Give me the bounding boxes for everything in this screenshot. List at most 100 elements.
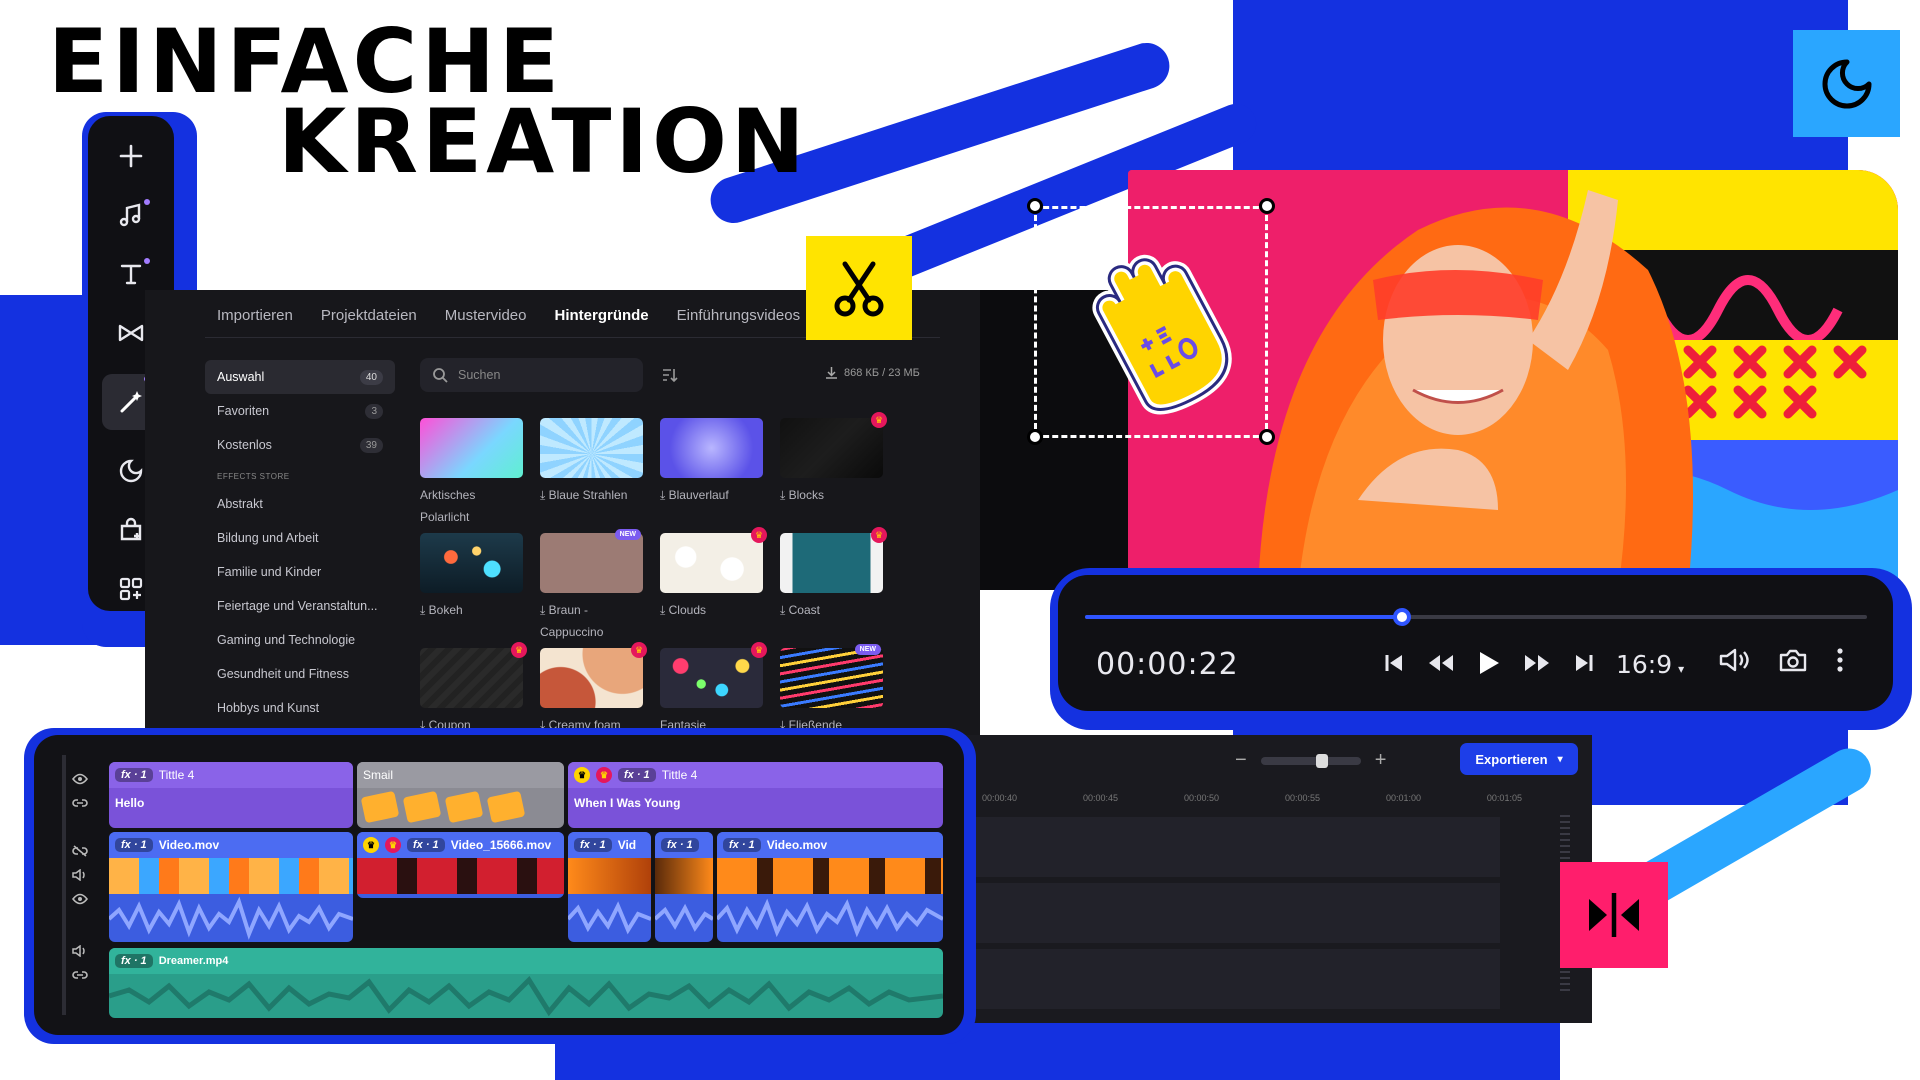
video-clip[interactable]: ♛ ♛ fx · 1 Video_15666.mov	[357, 832, 564, 898]
download-icon: ⤓	[540, 488, 549, 502]
tile-label: ⤓ Blocks	[780, 484, 883, 506]
unlink-icon[interactable]	[72, 845, 88, 857]
store-category[interactable]: Gaming und Technologie	[205, 623, 395, 657]
title-clip[interactable]: ♛ ♛ fx · 1 Tittle 4 When I Was Young	[568, 762, 943, 828]
zoom-control: − +	[1235, 749, 1386, 772]
video-clip[interactable]: fx · 1	[655, 832, 713, 942]
clip-text: When I Was Young	[574, 796, 681, 810]
ruler-tick: 00:00:55	[1284, 793, 1320, 803]
download-icon: ⤓	[420, 603, 429, 617]
download-icon: ⤓	[780, 488, 789, 502]
play-icon[interactable]	[1477, 650, 1501, 676]
background-tile[interactable]: ♛ ⤓ Coast	[780, 527, 887, 646]
progress-fill	[1085, 615, 1402, 619]
store-category[interactable]: Abstrakt	[205, 487, 395, 521]
ruler-tick: 00:01:00	[1385, 793, 1421, 803]
media-panel: Importieren Projektdateien Mustervideo H…	[145, 290, 980, 735]
eye-icon[interactable]	[72, 773, 88, 785]
store-category[interactable]: Gesundheit und Fitness	[205, 657, 395, 691]
background-tile[interactable]: ♛ ⤓ Blocks	[780, 412, 887, 531]
audio-clip[interactable]: fx · 1 Dreamer.mp4	[109, 948, 943, 1018]
sticker-clip[interactable]: Smail	[357, 762, 564, 828]
audio-waveform	[568, 901, 651, 935]
title-clip[interactable]: fx · 1 Tittle 4 Hello	[109, 762, 353, 828]
search-icon	[433, 368, 448, 383]
background-tile[interactable]: Arktisches Polarlicht	[420, 418, 523, 531]
category-selection[interactable]: Auswahl 40	[205, 360, 395, 394]
volume-icon[interactable]	[1718, 647, 1750, 673]
timeline-lane	[960, 949, 1500, 1009]
export-button[interactable]: Exportieren ▾	[1460, 743, 1578, 775]
tile-label-text: Arktisches Polarlicht	[420, 488, 476, 524]
speaker-icon[interactable]	[72, 945, 88, 957]
fast-forward-icon[interactable]	[1523, 652, 1551, 674]
text-icon	[120, 264, 142, 285]
store-category[interactable]: Bildung und Arbeit	[205, 521, 395, 555]
sticker-tool-button[interactable]	[1793, 30, 1900, 137]
search-field[interactable]: Suchen	[420, 358, 643, 392]
tab-sample-video[interactable]: Mustervideo	[445, 307, 527, 324]
music-button[interactable]	[102, 197, 160, 233]
zoom-slider[interactable]	[1260, 753, 1361, 768]
tab-intro-videos[interactable]: Einführungsvideos	[677, 307, 800, 324]
store-category[interactable]: Familie und Kinder	[205, 555, 395, 589]
premium-crown-icon: ♛	[511, 642, 527, 658]
time-ruler: 00:00:40 00:00:45 00:00:50 00:00:55 00:0…	[982, 793, 1522, 803]
category-favorites[interactable]: Favoriten 3	[205, 394, 395, 428]
current-time: 00:00:22	[1096, 647, 1239, 682]
ruler-tick: 00:00:45	[1082, 793, 1119, 803]
snapshot-camera-icon[interactable]	[1778, 647, 1808, 673]
video-clip[interactable]: fx · 1 Vid	[568, 832, 651, 942]
background-tile[interactable]: ♛ ⤓ Clouds	[660, 527, 767, 646]
selection-handle[interactable]	[1027, 198, 1043, 214]
premium-crown-icon: ♛	[871, 527, 887, 543]
clip-text: Hello	[115, 796, 145, 810]
rewind-icon[interactable]	[1427, 652, 1455, 674]
selection-handle[interactable]	[1259, 429, 1275, 445]
link-icon[interactable]	[72, 969, 88, 981]
fx-badge: fx · 1	[115, 954, 153, 968]
aspect-ratio-select[interactable]: 16:9 ▾	[1616, 650, 1684, 679]
video-clip[interactable]: fx · 1 Video.mov	[717, 832, 943, 942]
category-list: Auswahl 40 Favoriten 3 Kostenlos 39 EFFECTS…	[205, 360, 395, 725]
tile-thumbnail: ♛	[660, 527, 767, 593]
tab-project-files[interactable]: Projektdateien	[321, 307, 417, 324]
selection-handle[interactable]	[1027, 429, 1043, 445]
more-options-icon[interactable]	[1836, 647, 1844, 673]
link-icon[interactable]	[72, 797, 88, 809]
background-tile[interactable]: ⤓ Blauverlauf	[660, 418, 763, 531]
split-button[interactable]	[1560, 862, 1668, 968]
progress-track[interactable]	[1085, 608, 1867, 626]
skip-to-start-icon[interactable]	[1383, 652, 1405, 674]
eye-icon[interactable]	[72, 893, 88, 905]
skip-to-end-icon[interactable]	[1573, 652, 1595, 674]
video-clip[interactable]: fx · 1 Video.mov	[109, 832, 353, 942]
background-tile[interactable]: ⤓ Bokeh	[420, 533, 523, 646]
tile-label: ⤓ Bokeh	[420, 599, 523, 621]
selection-handle[interactable]	[1259, 198, 1275, 214]
download-icon: ⤓	[660, 488, 669, 502]
store-category[interactable]: Feiertage und Veranstaltun...	[205, 589, 395, 623]
zoom-in-button[interactable]: +	[1375, 749, 1387, 772]
add-media-button[interactable]	[102, 138, 160, 174]
text-button[interactable]	[102, 256, 160, 292]
storage-indicator: 868 КБ / 23 МБ	[825, 366, 920, 379]
timeline-tracks: fx · 1 Tittle 4 Hello Smail ♛ ♛ fx · 1 Tittl…	[34, 735, 964, 1035]
sort-icon[interactable]	[660, 366, 678, 384]
progress-handle[interactable]	[1392, 608, 1411, 626]
category-free[interactable]: Kostenlos 39	[205, 428, 395, 462]
hello-hand-sticker[interactable]	[1070, 228, 1240, 418]
tab-backgrounds[interactable]: Hintergründe	[554, 307, 648, 324]
video-thumbnails	[717, 858, 943, 894]
tab-import[interactable]: Importieren	[217, 307, 293, 324]
speaker-icon[interactable]	[72, 869, 88, 881]
background-tile[interactable]: NEW ⤓ Braun - Cappuccino	[540, 529, 643, 646]
zoom-out-button[interactable]: −	[1235, 749, 1247, 772]
background-tile[interactable]: ⤓ Blaue Strahlen	[540, 418, 643, 531]
zoom-slider-handle[interactable]	[1315, 753, 1328, 768]
audio-waveform	[717, 898, 943, 938]
tile-thumbnail: ♛	[780, 412, 887, 478]
cut-button[interactable]	[806, 236, 912, 340]
more-apps-icon	[119, 577, 143, 601]
store-category[interactable]: Hobbys und Kunst	[205, 691, 395, 725]
